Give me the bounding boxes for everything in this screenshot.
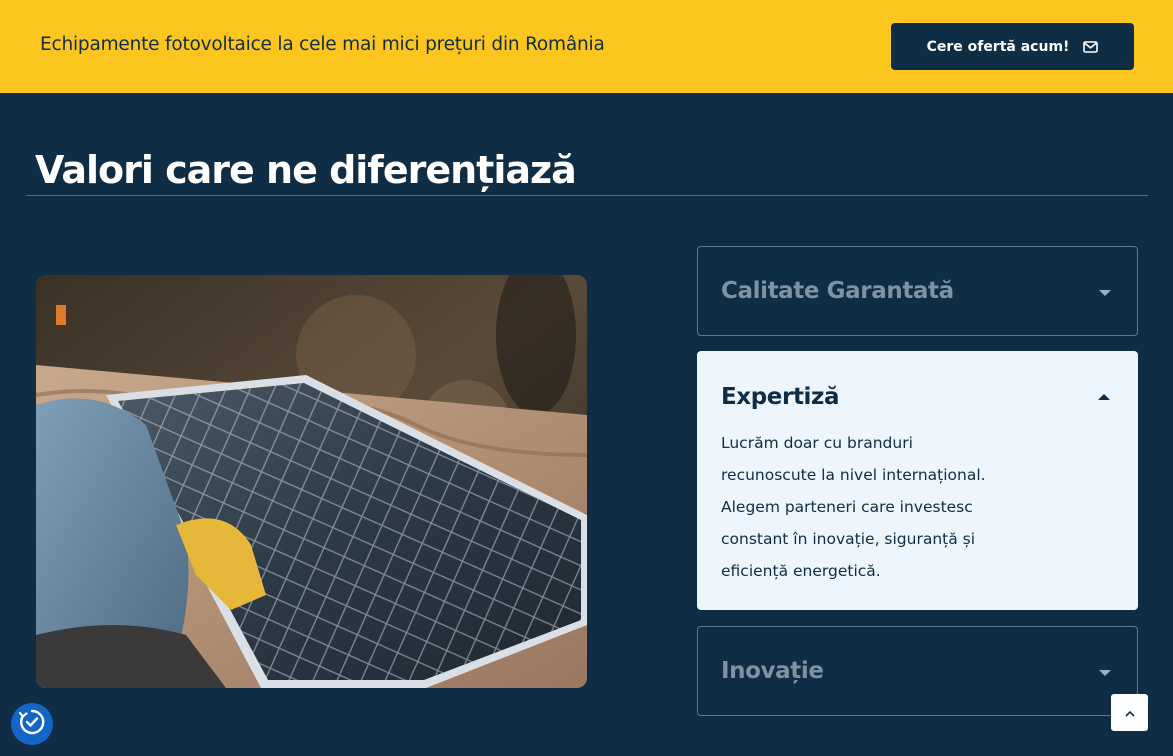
accordion-body: Lucrăm doar cu branduri recunoscute la n…: [721, 427, 1021, 587]
accordion-body-line: constant în inovație, siguranță și: [721, 530, 976, 548]
chevron-down-icon: [1099, 290, 1111, 296]
top-announcement-bar: Echipamente fotovoltaice la cele mai mic…: [0, 0, 1173, 93]
scroll-to-top-button[interactable]: [1111, 694, 1148, 731]
accordion-body-line: Alegem parteneri care investesc: [721, 498, 973, 516]
mail-icon: [1083, 40, 1099, 53]
chevron-up-icon: [1098, 394, 1110, 400]
accordion-item-expertise[interactable]: Expertiză Lucrăm doar cu branduri recuno…: [697, 351, 1138, 610]
topbar-tagline: Echipamente fotovoltaice la cele mai mic…: [40, 34, 605, 55]
accordion-body-line: eficiență energetică.: [721, 562, 881, 580]
chevron-down-icon: [1099, 670, 1111, 676]
chevron-up-icon: [1124, 703, 1136, 722]
request-offer-button[interactable]: Cere ofertă acum!: [891, 23, 1134, 70]
accordion-item-innovation[interactable]: Inovație: [697, 626, 1138, 716]
request-offer-label: Cere ofertă acum!: [926, 38, 1070, 55]
accessibility-icon: [17, 707, 47, 741]
accordion-item-quality[interactable]: Calitate Garantată: [697, 246, 1138, 336]
accordion-body-line: Lucrăm doar cu branduri: [721, 434, 913, 452]
section-title: Valori care ne diferențiază: [35, 148, 577, 192]
accordion-title: Expertiză: [721, 384, 840, 410]
accordion-title: Calitate Garantată: [721, 278, 954, 304]
accordion-title: Inovație: [721, 658, 824, 684]
solar-installation-photo: [36, 275, 587, 688]
accordion-body-line: recunoscute la nivel internațional.: [721, 466, 986, 484]
accessibility-button[interactable]: [11, 703, 53, 745]
title-divider: [26, 195, 1148, 196]
